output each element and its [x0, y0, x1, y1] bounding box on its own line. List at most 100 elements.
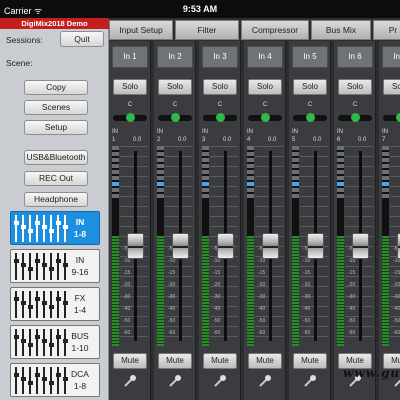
solo-button[interactable]: Solo — [158, 79, 192, 95]
channel-strips: In 1 Solo C IN 1 0.0 -5 -10 -15 -20 -30 -40 -50 -60 Mu… — [109, 41, 400, 400]
scale-tick — [390, 186, 400, 187]
peak-leds — [337, 146, 344, 206]
channel-name-button[interactable]: In 2 — [157, 46, 193, 68]
scale-label: -50 — [168, 318, 176, 324]
solo-button[interactable]: Solo — [338, 79, 372, 95]
channel-name-button[interactable]: In 6 — [337, 46, 373, 68]
headphone-button[interactable]: Headphone — [24, 192, 88, 207]
fader-knob[interactable] — [307, 233, 324, 259]
channel-number: 4 — [247, 137, 251, 143]
meter-led — [337, 188, 344, 192]
solo-button[interactable]: Solo — [113, 79, 147, 95]
scenes-button[interactable]: Scenes — [24, 100, 88, 115]
meter-led — [112, 158, 119, 162]
mute-button[interactable]: Mute — [293, 353, 327, 369]
scale-label: -60 — [258, 330, 266, 336]
gain-value: 0.0 — [358, 137, 367, 143]
scale-tick — [345, 146, 373, 147]
scale-label: -40 — [348, 306, 356, 312]
meter-led — [337, 182, 344, 186]
mic-icon — [258, 374, 272, 388]
scale-label: -40 — [123, 306, 131, 312]
meter-led — [247, 176, 254, 180]
solo-button[interactable]: Solo — [383, 79, 400, 95]
mic-icon — [303, 374, 317, 388]
meter-led — [202, 188, 209, 192]
tab-input-setup[interactable]: Input Setup — [109, 20, 173, 40]
mic-icon — [168, 374, 182, 388]
channel-name-button[interactable]: In 4 — [247, 46, 283, 68]
fader-knob[interactable] — [262, 233, 279, 259]
bank-fx-1-4[interactable]: FX 1-4 — [10, 287, 100, 321]
bank-label-line1: DCA — [71, 369, 89, 379]
mute-button[interactable]: Mute — [203, 353, 237, 369]
scale-label: -20 — [123, 282, 131, 288]
channel-strip: In 4 Solo C IN 4 0.0 -5 -10 -15 -20 -30 -40 -50 -60 Mu… — [244, 41, 286, 400]
meter-led — [247, 188, 254, 192]
scale-label: -60 — [123, 330, 131, 336]
mute-button[interactable]: Mute — [158, 353, 192, 369]
quit-button[interactable]: Quit — [60, 31, 104, 47]
channel-number: 5 — [292, 137, 296, 143]
bank-label-line1: FX — [74, 293, 86, 303]
channel-number: 2 — [157, 137, 161, 143]
meter-led — [337, 176, 344, 180]
tab-pr[interactable]: Pr — [373, 20, 400, 40]
channel-name-button[interactable]: In 3 — [202, 46, 238, 68]
gain-value: 0.0 — [268, 137, 277, 143]
meter-led — [157, 182, 164, 186]
meter-led — [382, 152, 389, 156]
scale-tick — [390, 166, 400, 167]
meter-led — [382, 176, 389, 180]
bank-label-line2: 9-16 — [71, 267, 89, 277]
tab-bar: Input Setup Filter Compressor Bus Mix Pr — [109, 18, 400, 41]
channel-strip: In 1 Solo C IN 1 0.0 -5 -10 -15 -20 -30 -40 -50 -60 Mu… — [109, 41, 151, 400]
solo-button[interactable]: Solo — [203, 79, 237, 95]
channel-name-button[interactable]: In 1 — [112, 46, 148, 68]
fader-knob[interactable] — [217, 233, 234, 259]
scale-label: -30 — [258, 294, 266, 300]
solo-button[interactable]: Solo — [293, 79, 327, 95]
solo-button[interactable]: Solo — [248, 79, 282, 95]
meter-led — [382, 170, 389, 174]
fader-knob[interactable] — [127, 233, 144, 259]
input-source-label: IN — [337, 129, 343, 135]
usb-bluetooth-button[interactable]: USB&Bluetooth — [24, 150, 88, 165]
scale-label: -40 — [168, 306, 176, 312]
scale-label: -50 — [348, 318, 356, 324]
scale-tick — [390, 326, 400, 327]
tab-bus-mix[interactable]: Bus Mix — [311, 20, 371, 40]
meter-led — [247, 146, 254, 150]
scale-label: -50 — [393, 318, 400, 324]
meter-led — [112, 152, 119, 156]
pan-indicator — [126, 113, 135, 122]
meter-led — [202, 170, 209, 174]
channel-strip: In 7SoloIN7-5-10-15-20-30-40-50-60Mute — [379, 41, 400, 400]
channel-name-button[interactable]: In 5 — [292, 46, 328, 68]
channel-name-button[interactable]: In 7 — [382, 46, 400, 68]
rec-out-button[interactable]: REC Out — [24, 171, 88, 186]
tab-filter[interactable]: Filter — [175, 20, 239, 40]
bank-bus-1-10[interactable]: BUS 1-10 — [10, 325, 100, 359]
fader-knob[interactable] — [172, 233, 189, 259]
scale-label: -15 — [213, 270, 221, 276]
bank-in-9-16[interactable]: IN 9-16 — [10, 249, 100, 283]
copy-button[interactable]: Copy — [24, 80, 88, 95]
setup-button[interactable]: Setup — [24, 120, 88, 135]
scale-label: -50 — [213, 318, 221, 324]
mic-icon — [123, 374, 137, 388]
bank-in-1-8[interactable]: IN 1-8 — [10, 211, 100, 245]
input-source-label: IN — [292, 129, 298, 135]
scale-label: -50 — [123, 318, 131, 324]
input-source-label: IN — [382, 129, 388, 135]
bank-label-line1: IN — [75, 217, 85, 227]
tab-compressor[interactable]: Compressor — [241, 20, 309, 40]
bank-dca-1-8[interactable]: DCA 1-8 — [10, 363, 100, 397]
fader-knob[interactable] — [352, 233, 369, 259]
mute-button[interactable]: Mute — [248, 353, 282, 369]
scale-label: -60 — [348, 330, 356, 336]
meter-led — [112, 194, 119, 198]
mute-button[interactable]: Mute — [113, 353, 147, 369]
peak-leds — [382, 146, 389, 206]
scale-label: -20 — [258, 282, 266, 288]
